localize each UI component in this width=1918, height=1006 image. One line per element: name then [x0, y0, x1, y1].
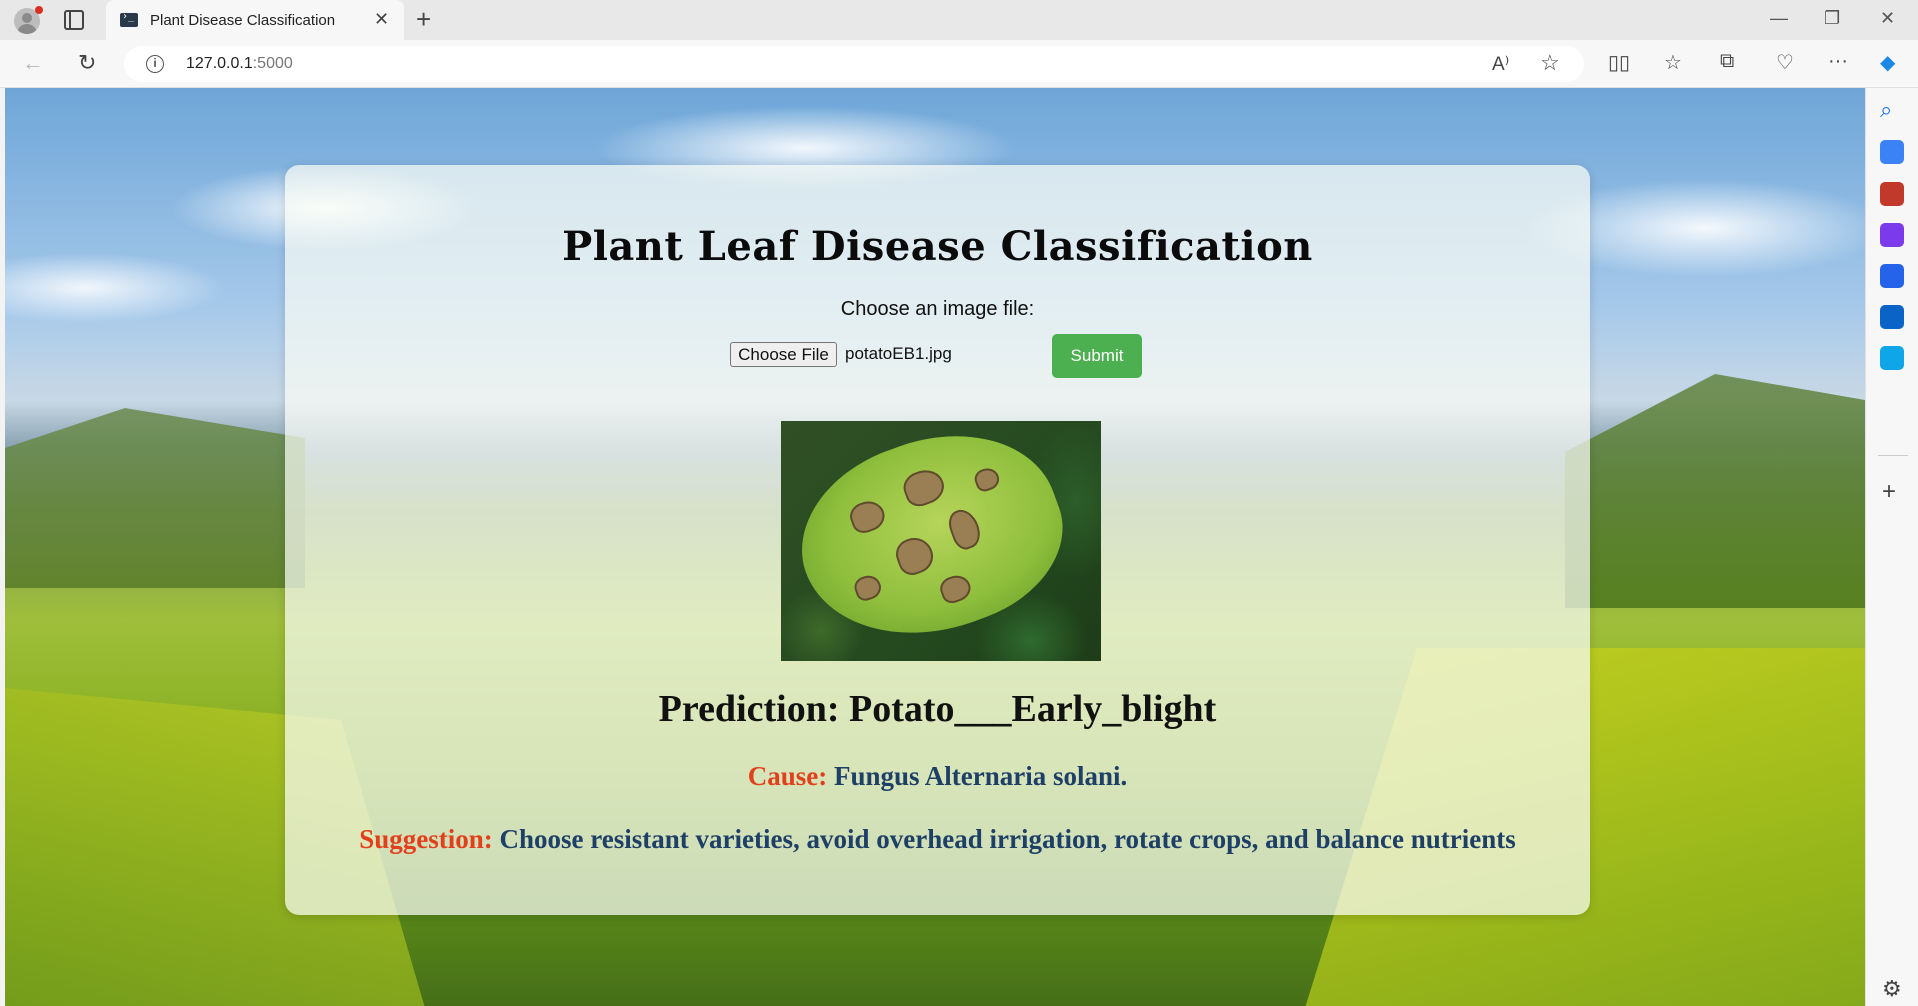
url-text: 127.0.0.1:5000 — [186, 55, 293, 73]
background-hills-left — [5, 408, 305, 588]
cause-label: Cause: — [747, 761, 828, 791]
toolbar: ← ↻ i 127.0.0.1:5000 A⁾ ☆ — [0, 40, 1918, 88]
edge-sidebar: ⌕ + ⚙ — [1865, 88, 1918, 1006]
collections-icon[interactable]: ⧉ — [1720, 50, 1734, 73]
restore-button[interactable]: ❐ — [1824, 8, 1840, 29]
prediction-result: Prediction: Potato___Early_blight — [285, 687, 1590, 731]
leaf-shape — [781, 421, 1086, 661]
choose-file-label: Choose an image file: — [840, 298, 1035, 320]
refresh-button[interactable]: ↻ — [78, 50, 96, 76]
uploaded-leaf-image — [781, 421, 1101, 661]
page-title: Plant Leaf Disease Classification — [562, 223, 1313, 270]
search-icon[interactable]: ⌕ — [1880, 98, 1904, 122]
choose-file-button[interactable]: Choose File — [730, 342, 837, 367]
site-info-icon[interactable]: i — [146, 55, 164, 73]
copilot-icon[interactable]: ◆ — [1880, 50, 1895, 75]
send-icon[interactable] — [1880, 346, 1904, 370]
browser-essentials-icon[interactable]: ♡ — [1776, 50, 1794, 75]
sidebar-divider — [1878, 455, 1908, 456]
blight-spot — [944, 505, 985, 553]
blight-spot — [899, 464, 949, 511]
blight-spot — [851, 571, 885, 604]
suggestion-value: Choose resistant varieties, avoid overhe… — [499, 824, 1516, 854]
window-close-button[interactable]: ✕ — [1880, 8, 1895, 29]
notification-dot — [35, 6, 43, 14]
tab-actions-icon[interactable] — [64, 10, 84, 30]
cause-value: Fungus Alternaria solani. — [833, 761, 1128, 791]
tab-active[interactable]: Plant Disease Classification ✕ — [106, 0, 404, 40]
microsoft-365-icon[interactable] — [1880, 264, 1904, 288]
selected-file-name: potatoEB1.jpg — [845, 344, 952, 363]
submit-button[interactable]: Submit — [1052, 334, 1142, 378]
prediction-value: Potato___Early_blight — [849, 688, 1217, 730]
shopping-tag-icon[interactable] — [1880, 140, 1904, 164]
tab-bar: Plant Disease Classification ✕ + — ❐ ✕ — [0, 0, 1918, 40]
games-icon[interactable] — [1880, 223, 1904, 247]
suggestion-label: Suggestion: — [359, 824, 493, 854]
page-background: Plant Leaf Disease Classification Choose… — [5, 88, 1865, 1006]
back-button[interactable]: ← — [22, 50, 44, 76]
background-hills-right — [1565, 374, 1865, 608]
split-screen-icon[interactable]: ▯▯ — [1608, 50, 1630, 75]
url-host: 127.0.0.1 — [186, 55, 253, 72]
tab-title: Plant Disease Classification — [150, 12, 336, 29]
add-sidebar-app-icon[interactable]: + — [1882, 478, 1896, 506]
read-aloud-icon[interactable]: A⁾ — [1492, 53, 1509, 76]
blight-spot — [891, 532, 938, 579]
favorites-icon[interactable]: ☆ — [1664, 50, 1682, 75]
tools-icon[interactable] — [1880, 182, 1904, 206]
more-menu-icon[interactable]: ··· — [1828, 50, 1848, 73]
outlook-icon[interactable] — [1880, 305, 1904, 329]
blight-spot — [936, 571, 975, 607]
terminal-favicon-icon — [120, 11, 138, 27]
suggestion-line: Suggestion: Choose resistant varieties, … — [285, 824, 1590, 855]
sidebar-settings-icon[interactable]: ⚙ — [1882, 976, 1902, 1002]
blight-spot — [971, 464, 1003, 494]
prediction-label: Prediction: — [658, 688, 840, 730]
favorite-star-icon[interactable]: ☆ — [1540, 50, 1560, 76]
tab-close-icon[interactable]: ✕ — [374, 9, 389, 30]
blight-spot — [846, 496, 889, 537]
new-tab-button[interactable]: + — [416, 4, 431, 35]
url-port: :5000 — [252, 55, 293, 72]
classification-card: Plant Leaf Disease Classification Choose… — [285, 165, 1590, 915]
minimize-button[interactable]: — — [1770, 8, 1788, 29]
cause-line: Cause: Fungus Alternaria solani. — [285, 761, 1590, 792]
address-bar[interactable]: i 127.0.0.1:5000 A⁾ ☆ — [124, 46, 1584, 82]
